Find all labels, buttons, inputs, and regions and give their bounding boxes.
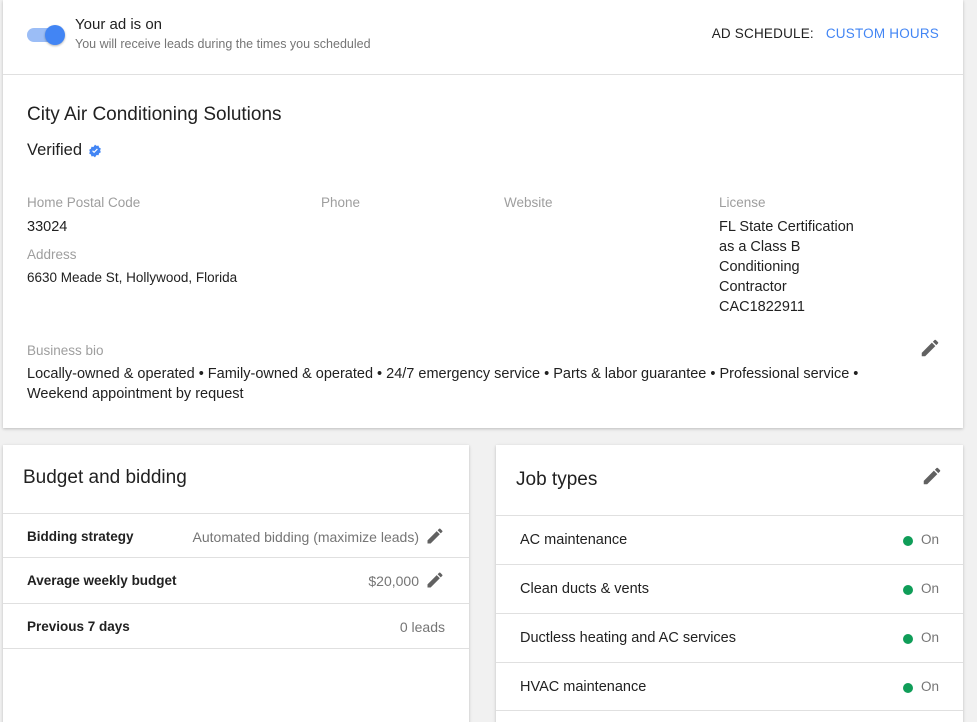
postal-code-value: 33024 <box>27 219 68 235</box>
ad-on-toggle[interactable] <box>27 25 65 45</box>
status-on-dot-icon <box>903 536 913 546</box>
bidding-strategy-label: Bidding strategy <box>27 529 134 544</box>
job-types-title: Job types <box>516 469 598 490</box>
toggle-knob <box>45 25 65 45</box>
address-label: Address <box>27 247 77 262</box>
business-bio-label: Business bio <box>27 343 104 358</box>
previous-7-days-label: Previous 7 days <box>27 619 130 634</box>
job-type-row[interactable]: Clean ducts & vents On <box>496 564 963 613</box>
edit-job-types-pencil-icon[interactable] <box>921 465 943 487</box>
job-types-card: Job types AC maintenance On Clean ducts … <box>496 445 963 722</box>
job-type-name: AC maintenance <box>520 532 628 548</box>
job-type-status: On <box>920 532 939 547</box>
license-label: License <box>719 195 766 210</box>
job-type-name: Ductless heating and AC services <box>520 630 736 646</box>
license-line: CAC1822911 <box>719 299 805 315</box>
job-type-row[interactable]: HVAC maintenance On <box>496 662 963 711</box>
job-type-row[interactable]: Ductless heating and AC services On <box>496 613 963 662</box>
budget-card-title: Budget and bidding <box>23 467 187 488</box>
job-type-status: On <box>920 630 939 645</box>
address-value: 6630 Meade St, Hollywood, Florida <box>27 270 238 285</box>
business-profile-card: Your ad is on You will receive leads dur… <box>3 0 963 428</box>
license-line: Contractor <box>719 279 787 295</box>
license-line: Conditioning <box>719 259 800 275</box>
edit-budget-pencil-icon[interactable] <box>425 570 445 590</box>
weekly-budget-label: Average weekly budget <box>27 573 177 588</box>
verified-status: Verified <box>27 141 102 160</box>
ad-schedule-label: AD SCHEDULE: <box>711 26 814 41</box>
ad-status-subtitle: You will receive leads during the times … <box>75 37 371 51</box>
job-type-status: On <box>920 581 939 596</box>
job-type-name: HVAC maintenance <box>520 679 647 695</box>
license-line: as a Class B <box>719 239 801 255</box>
license-value: FL State Certification as a Class B Cond… <box>719 217 899 317</box>
job-type-name: Clean ducts & vents <box>520 581 649 597</box>
verified-label: Verified <box>27 141 83 159</box>
ad-schedule: AD SCHEDULE: CUSTOM HOURS <box>712 26 939 41</box>
status-on-dot-icon <box>903 683 913 693</box>
verified-badge-icon <box>88 144 102 158</box>
business-bio-text: Locally-owned & operated • Family-owned … <box>27 366 859 402</box>
postal-code-label: Home Postal Code <box>27 195 141 210</box>
edit-bidding-pencil-icon[interactable] <box>425 526 445 546</box>
job-type-row[interactable]: AC maintenance On <box>496 515 963 564</box>
ad-status-row: Your ad is on You will receive leads dur… <box>3 0 963 75</box>
previous-7-days-row: Previous 7 days 0 leads <box>3 603 469 649</box>
custom-hours-link[interactable]: CUSTOM HOURS <box>826 26 939 41</box>
edit-business-pencil-icon[interactable] <box>919 337 941 359</box>
phone-label: Phone <box>321 195 361 210</box>
weekly-budget-value: $20,000 <box>368 573 419 589</box>
previous-7-days-value: 0 leads <box>399 619 445 635</box>
weekly-budget-row: Average weekly budget $20,000 <box>3 557 469 603</box>
status-on-dot-icon <box>903 634 913 644</box>
status-on-dot-icon <box>903 585 913 595</box>
bidding-strategy-row: Bidding strategy Automated bidding (maxi… <box>3 513 469 559</box>
bidding-strategy-value: Automated bidding (maximize leads) <box>192 529 419 545</box>
job-type-status: On <box>920 679 939 694</box>
website-label: Website <box>504 195 553 210</box>
business-name: City Air Conditioning Solutions <box>27 104 282 125</box>
license-line: FL State Certification <box>719 219 854 235</box>
budget-bidding-card: Budget and bidding Bidding strategy Auto… <box>3 445 469 722</box>
ad-status-title: Your ad is on <box>75 16 163 33</box>
